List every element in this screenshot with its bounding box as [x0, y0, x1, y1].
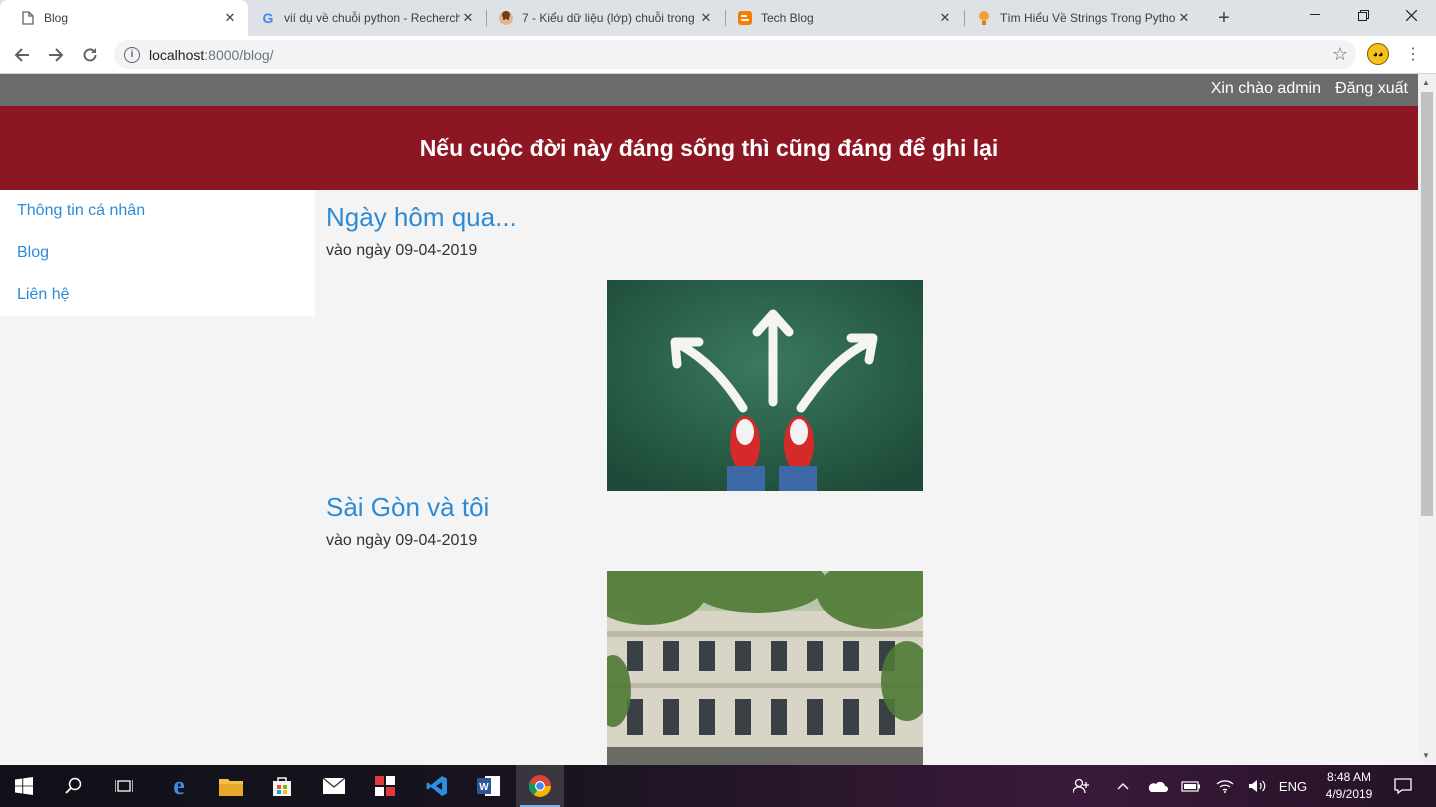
- post-image[interactable]: [607, 280, 923, 491]
- menu-kebab-icon[interactable]: ⋮: [1404, 42, 1422, 66]
- tab-title: vií dụ về chuỗi python - Recherche: [284, 11, 460, 25]
- word-icon[interactable]: W: [465, 765, 513, 807]
- people-icon[interactable]: [1068, 765, 1096, 807]
- store-icon[interactable]: [258, 765, 306, 807]
- onedrive-icon[interactable]: [1144, 765, 1170, 807]
- app-grid-icon[interactable]: [361, 765, 409, 807]
- windows-taskbar: e W ENG 8:48 AM 4/9/2019: [0, 765, 1436, 807]
- page-scrollbar[interactable]: ▲ ▼: [1418, 74, 1436, 765]
- tip-icon: [976, 10, 992, 26]
- minimize-button[interactable]: [1292, 0, 1338, 30]
- page-icon: [20, 10, 36, 26]
- volume-icon[interactable]: [1244, 765, 1270, 807]
- browser-toolbar: i localhost:8000/blog/ ☆: [0, 36, 1436, 74]
- blogger-icon: [737, 10, 753, 26]
- clock-date: 4/9/2019: [1325, 787, 1373, 801]
- tab-blog[interactable]: Blog ✕: [0, 0, 248, 36]
- system-clock[interactable]: 8:48 AM 4/9/2019: [1316, 769, 1382, 803]
- maximize-button[interactable]: [1340, 0, 1386, 30]
- reload-button[interactable]: [76, 41, 104, 69]
- logout-link[interactable]: Đăng xuất: [1335, 80, 1408, 98]
- tab-strings-python[interactable]: Tìm Hiểu Về Strings Trong Python ✕: [956, 0, 1202, 36]
- file-explorer-icon[interactable]: [207, 765, 255, 807]
- url-host: localhost: [149, 46, 205, 63]
- arrows-chalkboard-image: [607, 280, 923, 491]
- tab-title: Blog: [44, 11, 69, 25]
- forward-button[interactable]: [42, 41, 70, 69]
- url-path: :8000/blog/: [204, 46, 274, 63]
- post-title[interactable]: Sài Gòn và tôi: [326, 492, 489, 523]
- site-banner: Nếu cuộc đời này đáng sống thì cũng đáng…: [0, 106, 1418, 190]
- address-bar[interactable]: i localhost:8000/blog/ ☆: [114, 40, 1356, 69]
- scroll-up-icon[interactable]: ▲: [1422, 78, 1430, 87]
- battery-icon[interactable]: [1178, 765, 1204, 807]
- post-title[interactable]: Ngày hôm qua...: [326, 202, 517, 233]
- task-view-icon[interactable]: [100, 765, 148, 807]
- page-viewport: Xin chào admin Đăng xuất Nếu cuộc đời nà…: [0, 74, 1436, 765]
- profile-avatar-icon[interactable]: ◕◕: [1367, 43, 1389, 65]
- tab-strip: Blog ✕ G vií dụ về chuỗi python - Recher…: [0, 0, 1436, 36]
- chrome-icon[interactable]: [516, 765, 564, 807]
- sidebar-item-blog[interactable]: Blog: [17, 244, 49, 262]
- chevron-up-icon[interactable]: [1112, 765, 1134, 807]
- wifi-icon[interactable]: [1212, 765, 1238, 807]
- info-icon[interactable]: i: [124, 46, 140, 63]
- edge-icon[interactable]: e: [155, 765, 203, 807]
- tab-kieu-du-lieu[interactable]: 7 - Kiểu dữ liệu (lớp) chuỗi trong ✕: [478, 0, 724, 36]
- svg-text:W: W: [479, 782, 489, 793]
- sidebar-nav: Thông tin cá nhân Blog Liên hệ: [0, 190, 315, 316]
- close-icon[interactable]: ✕: [460, 10, 476, 26]
- saigon-building-image: [607, 571, 923, 765]
- post-date: vào ngày 09-04-2019: [326, 532, 478, 549]
- bookmark-star-icon[interactable]: ☆: [1332, 44, 1348, 65]
- close-window-button[interactable]: [1388, 0, 1434, 30]
- mail-icon[interactable]: [310, 765, 358, 807]
- sidebar-item-contact[interactable]: Liên hệ: [17, 286, 70, 304]
- close-icon[interactable]: ✕: [937, 10, 953, 26]
- google-icon: G: [262, 10, 274, 26]
- search-icon[interactable]: [50, 765, 98, 807]
- scroll-down-icon[interactable]: ▼: [1422, 751, 1430, 760]
- language-indicator[interactable]: ENG: [1276, 765, 1310, 807]
- scrollbar-thumb[interactable]: [1421, 92, 1433, 516]
- clock-time: 8:48 AM: [1326, 770, 1372, 784]
- post-date: vào ngày 09-04-2019: [326, 242, 478, 259]
- new-tab-button[interactable]: +: [1212, 6, 1236, 30]
- post-image[interactable]: [607, 571, 923, 765]
- avatar-icon: [498, 10, 514, 26]
- windows-start-icon[interactable]: [0, 765, 48, 807]
- tab-tech-blog[interactable]: Tech Blog ✕: [717, 0, 963, 36]
- notification-icon[interactable]: [1388, 765, 1418, 807]
- sidebar-item-profile[interactable]: Thông tin cá nhân: [17, 202, 145, 220]
- tab-title: Tech Blog: [761, 11, 814, 25]
- greeting-link[interactable]: Xin chào admin: [1211, 80, 1321, 98]
- close-icon[interactable]: ✕: [1176, 10, 1192, 26]
- tab-title: Tìm Hiểu Về Strings Trong Python: [1000, 11, 1176, 25]
- tab-title: 7 - Kiểu dữ liệu (lớp) chuỗi trong: [522, 11, 695, 25]
- close-icon[interactable]: ✕: [222, 10, 238, 26]
- banner-title: Nếu cuộc đời này đáng sống thì cũng đáng…: [419, 134, 999, 161]
- back-button[interactable]: [8, 41, 36, 69]
- user-bar: Xin chào admin Đăng xuất: [0, 74, 1418, 106]
- vscode-icon[interactable]: [413, 765, 461, 807]
- tab-google-search[interactable]: G vií dụ về chuỗi python - Recherche ✕: [240, 0, 486, 36]
- close-icon[interactable]: ✕: [698, 10, 714, 26]
